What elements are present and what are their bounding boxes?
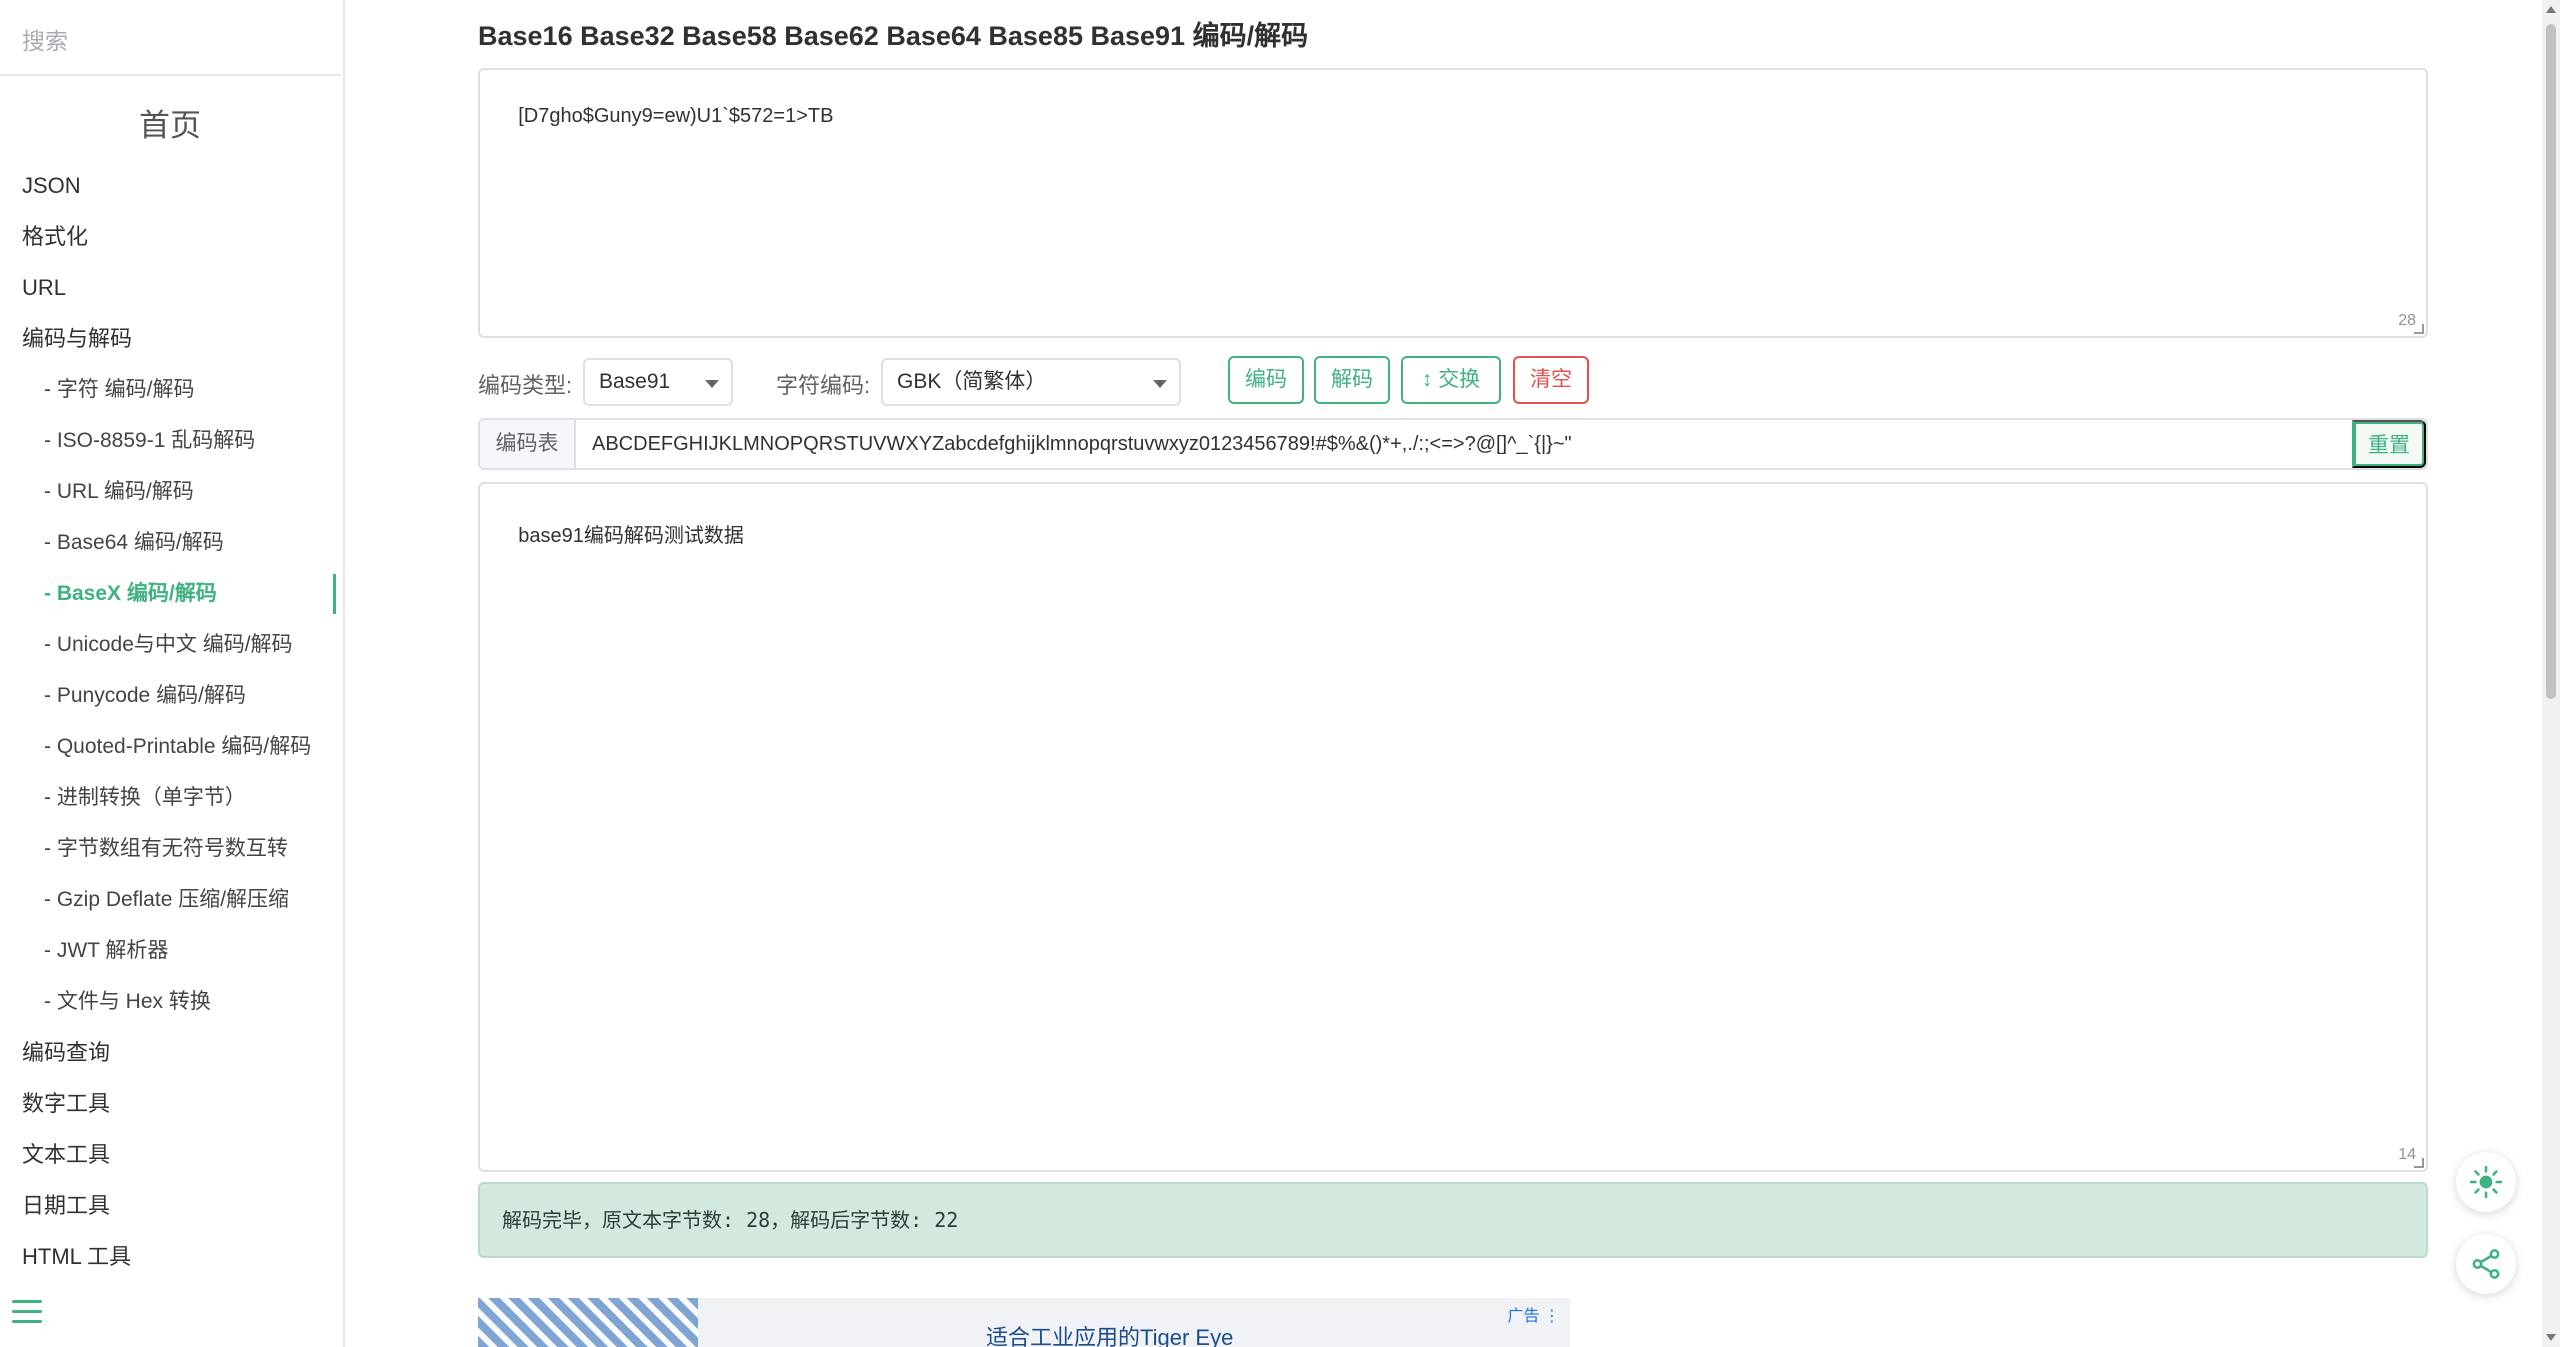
sidebar-nav: JSON 格式化 URL 编码与解码 - 字符 编码/解码 - ISO-8859-1 乱码… (0, 160, 340, 1282)
menu-toggle-icon[interactable] (12, 1300, 42, 1326)
share-icon (2472, 1249, 2500, 1279)
sidebar-item[interactable]: 日期工具 (0, 1180, 340, 1231)
encode-table-label: 编码表 (480, 420, 576, 468)
encode-table-field: 编码表 ABCDEFGHIJKLMNOPQRSTUVWXYZabcdefghij… (478, 418, 2428, 470)
theme-toggle-button[interactable] (2456, 1152, 2516, 1212)
encode-type-select[interactable]: Base91 (583, 358, 733, 406)
encode-type-value: Base91 (599, 370, 671, 393)
sidebar-item[interactable]: 文本工具 (0, 1129, 340, 1180)
sidebar-item[interactable]: - 字符 编码/解码 (0, 364, 340, 415)
resize-handle-icon[interactable] (2414, 1158, 2424, 1168)
sidebar-item[interactable]: - Quoted-Printable 编码/解码 (0, 721, 340, 772)
controls-bar: 编码类型: Base91 字符编码: GBK（简繁体） 编码 解码 ↕ 交换 清… (478, 356, 2428, 406)
input-textarea[interactable]: [D7gho$Guny9=ew)U1`$572=1>TB 28 (478, 68, 2428, 338)
chevron-down-icon (1153, 380, 1167, 388)
sidebar-item[interactable]: 编码与解码 (0, 313, 340, 364)
scroll-down-icon[interactable] (2546, 1334, 2556, 1341)
input-text: [D7gho$Guny9=ew)U1`$572=1>TB (518, 105, 834, 127)
output-textarea[interactable]: base91编码解码测试数据 14 (478, 482, 2428, 1172)
sidebar-item[interactable]: URL (0, 262, 340, 313)
sidebar-item[interactable]: 格式化 (0, 211, 340, 262)
charset-select[interactable]: GBK（简繁体） (881, 358, 1181, 406)
result-message: 解码完毕，原文本字节数: 28，解码后字节数: 22 (478, 1182, 2428, 1258)
home-link[interactable]: 首页 (0, 100, 340, 145)
sidebar-item[interactable]: - ISO-8859-1 乱码解码 (0, 415, 340, 466)
swap-button[interactable]: ↕ 交换 (1401, 356, 1501, 404)
search-input[interactable]: 搜索 (0, 0, 341, 76)
reset-button[interactable]: 重置 (2352, 420, 2426, 468)
sidebar-item[interactable]: - Unicode与中文 编码/解码 (0, 619, 340, 670)
sidebar-item[interactable]: - Gzip Deflate 压缩/解压缩 (0, 874, 340, 925)
resize-handle-icon[interactable] (2414, 324, 2424, 334)
sidebar-item[interactable]: - 字节数组有无符号数互转 (0, 823, 340, 874)
ad-text: 适合工业应用的Tiger Eye (986, 1325, 1234, 1347)
sidebar-item[interactable]: - 进制转换（单字节） (0, 772, 340, 823)
output-text: base91编码解码测试数据 (518, 525, 744, 547)
sidebar-item[interactable]: JSON (0, 160, 340, 211)
decode-button[interactable]: 解码 (1314, 356, 1390, 404)
ad-badge[interactable]: 广告 ⋮ (1508, 1302, 1560, 1326)
sidebar-item[interactable]: - Punycode 编码/解码 (0, 670, 340, 721)
clear-button[interactable]: 清空 (1513, 356, 1589, 404)
sidebar-item[interactable]: - Base64 编码/解码 (0, 517, 340, 568)
sidebar-item[interactable]: - JWT 解析器 (0, 925, 340, 976)
page-title: Base16 Base32 Base58 Base62 Base64 Base8… (478, 21, 1309, 51)
scroll-up-icon[interactable] (2546, 6, 2556, 13)
sidebar-item[interactable]: 数字工具 (0, 1078, 340, 1129)
encode-button[interactable]: 编码 (1228, 356, 1304, 404)
scroll-thumb[interactable] (2546, 24, 2556, 699)
chevron-down-icon (705, 380, 719, 388)
sun-icon (2469, 1165, 2503, 1199)
share-button[interactable] (2456, 1234, 2516, 1294)
ad-banner[interactable]: 适合工业应用的Tiger Eye 广告 ⋮ (478, 1298, 1570, 1347)
encode-table-input[interactable]: ABCDEFGHIJKLMNOPQRSTUVWXYZabcdefghijklmn… (592, 420, 1572, 468)
charset-label: 字符编码: (776, 373, 871, 398)
sidebar-item[interactable]: 编码查询 (0, 1027, 340, 1078)
sidebar-item[interactable]: - 文件与 Hex 转换 (0, 976, 340, 1027)
sidebar: 搜索 首页 JSON 格式化 URL 编码与解码 - 字符 编码/解码 - ISO-885… (0, 0, 345, 1347)
sidebar-item[interactable]: HTML 工具 (0, 1231, 340, 1282)
sidebar-item[interactable]: - BaseX 编码/解码 (0, 568, 340, 619)
ad-image (478, 1298, 698, 1347)
page-scrollbar[interactable] (2542, 0, 2560, 1347)
encode-type-label: 编码类型: (478, 373, 573, 398)
sidebar-item[interactable]: - URL 编码/解码 (0, 466, 340, 517)
charset-value: GBK（简繁体） (897, 370, 1047, 393)
